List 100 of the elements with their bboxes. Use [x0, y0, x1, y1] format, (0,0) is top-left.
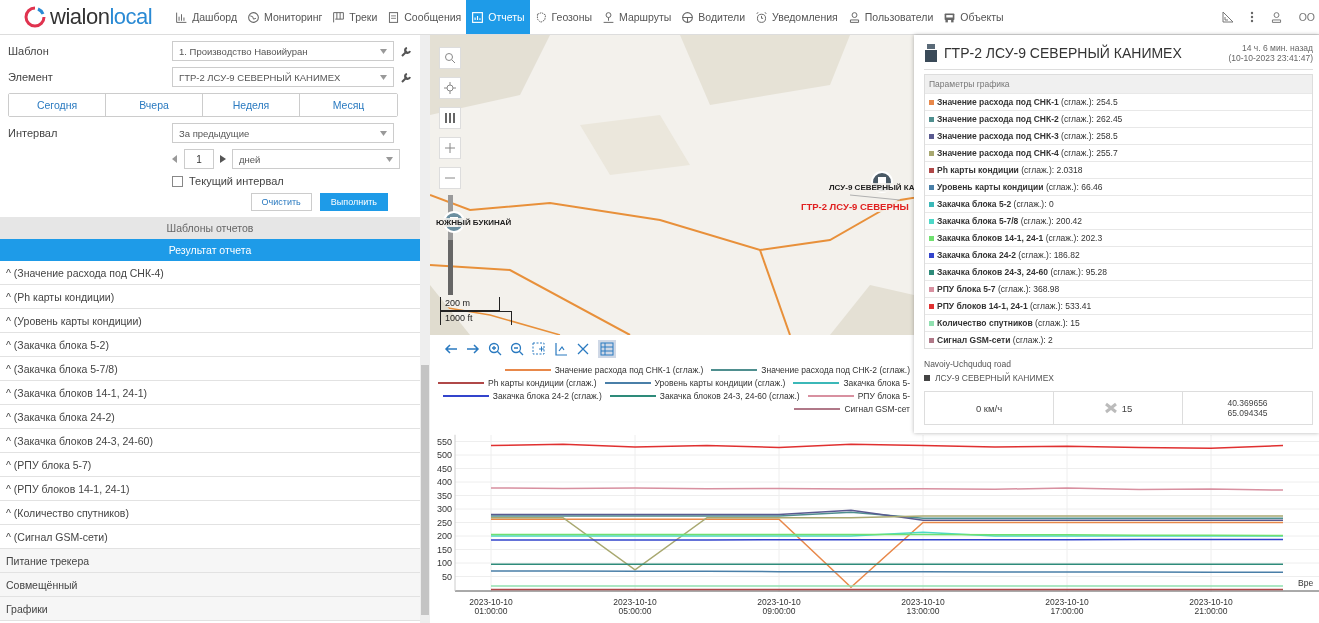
nav-tab[interactable]: Объекты	[938, 0, 1009, 34]
section-header[interactable]: Шаблоны отчетов	[0, 217, 420, 239]
param-text: Ph карты кондиции (сглаж.): 2.0318	[937, 165, 1083, 175]
popup-title: ГТР-2 ЛСУ-9 СЕВЕРНЫЙ КАНИМЕХ	[944, 45, 1182, 61]
unit-name: ЛСУ-9 СЕВЕРНЫЙ КАНИМЕХ	[935, 373, 1054, 383]
latitude-value: 40.369656	[1227, 398, 1268, 408]
bars-icon	[175, 10, 189, 24]
zoom-out-icon[interactable]	[510, 342, 524, 356]
nav-tab[interactable]: Водители	[676, 0, 751, 34]
search-button[interactable]	[439, 47, 461, 69]
result-item[interactable]: Совмещённый	[0, 573, 420, 597]
back-icon[interactable]	[444, 342, 458, 356]
field-label: Интервал	[8, 127, 59, 139]
axis-icon[interactable]	[554, 342, 568, 356]
select-area-icon[interactable]	[532, 342, 546, 356]
nav-tab[interactable]: Маршруты	[597, 0, 677, 34]
more-icon[interactable]	[1249, 11, 1254, 23]
nav-tab[interactable]: Мониторинг	[242, 0, 328, 34]
param-text: Значение расхода под СНК-2 (сглаж.): 262.45	[937, 114, 1123, 124]
reset-icon[interactable]	[576, 342, 590, 356]
unit-select[interactable]: дней	[232, 149, 400, 169]
nav-tab[interactable]: Дашборд	[170, 0, 243, 34]
legend-label[interactable]: Закачка блока 24-2 (сглаж.)	[492, 391, 602, 401]
legend-label[interactable]: Значение расхода под СНК-1 (сглаж.)	[554, 365, 704, 375]
increment-icon[interactable]	[220, 155, 226, 163]
x-tick-label: 2023-10-10 01:00:00	[469, 597, 513, 616]
result-item[interactable]: ^ (Закачка блоков 24-3, 24-60)	[0, 429, 420, 453]
x-axis-label: Вре	[1298, 578, 1314, 588]
result-item[interactable]: ^ (Закачка блока 24-2)	[0, 405, 420, 429]
car-icon	[943, 10, 957, 24]
nav-tab[interactable]: Сообщения	[382, 0, 467, 34]
table-icon[interactable]	[598, 340, 616, 358]
legend-label[interactable]: Закачка блоков 24-3, 24-60 (сглаж.)	[659, 391, 800, 401]
clear-button[interactable]: Очистить	[250, 193, 312, 211]
forward-icon[interactable]	[466, 342, 480, 356]
result-item[interactable]: ^ (Ph карты кондиции)	[0, 285, 420, 309]
user-icon	[847, 10, 861, 24]
param-text: РПУ блоков 14-1, 24-1 (сглаж.): 533.41	[937, 301, 1092, 311]
bars-icon	[444, 113, 456, 123]
result-item[interactable]: ^ (РПУ блоков 14-1, 24-1)	[0, 477, 420, 501]
crosshair-icon	[444, 82, 456, 94]
clock-icon	[755, 10, 769, 24]
zoom-slider[interactable]	[448, 240, 453, 295]
caret-icon	[386, 156, 393, 162]
last-message-time: (10-10-2023 23:41:47)	[1228, 53, 1313, 63]
zoom-in-icon[interactable]	[488, 342, 502, 356]
satellite-icon	[1103, 402, 1118, 414]
period-tab[interactable]: Сегодня	[9, 94, 106, 116]
caret-icon	[380, 130, 387, 136]
scrollbar-thumb[interactable]	[421, 365, 429, 615]
field-label: Элемент	[8, 71, 54, 83]
checkbox[interactable]	[172, 175, 183, 187]
legend-label[interactable]: Ph карты кондиции (сглаж.)	[488, 378, 597, 388]
nav-tab[interactable]: Уведомления	[750, 0, 843, 34]
legend-label[interactable]: Уровень карты кондиции (сглаж.)	[654, 378, 786, 388]
wrench-icon[interactable]	[400, 71, 412, 83]
report-icon	[471, 10, 485, 24]
result-item[interactable]: ^ (Закачка блока 5-7/8)	[0, 357, 420, 381]
longitude-value: 65.094345	[1227, 408, 1268, 418]
legend-label[interactable]: Сигнал GSM-сет	[844, 404, 910, 414]
legend-label[interactable]: Закачка блока 5-	[843, 378, 910, 388]
result-item[interactable]: Графики	[0, 597, 420, 621]
wrench-icon[interactable]	[400, 45, 412, 57]
y-tick-label: 200	[436, 531, 452, 541]
nav-tab[interactable]: Пользователи	[842, 0, 939, 34]
address-text: Navoiy-Uchquduq road	[924, 358, 1012, 369]
template-select[interactable]: 1. Производство Навоийуран	[172, 41, 394, 61]
result-item[interactable]: Питание трекера	[0, 549, 420, 573]
unit-label[interactable]: ГТР-2 ЛСУ-9 СЕВЕРНЫ	[800, 201, 910, 212]
param-text: Количество спутников (сглаж.): 15	[937, 318, 1080, 328]
unit-label[interactable]: ЮЖНЫЙ БУКИНАЙ	[435, 218, 513, 227]
count-field[interactable]: 1	[184, 149, 214, 169]
result-item[interactable]: ^ (РПУ блока 5-7)	[0, 453, 420, 477]
user-name[interactable]: ОО	[1298, 11, 1315, 23]
nav-tab[interactable]: Геозоны	[529, 0, 597, 34]
param-text: Значение расхода под СНК-1 (сглаж.): 254.5	[937, 97, 1118, 107]
y-tick-label: 50	[442, 571, 452, 582]
param-text: Уровень карты кондиции (сглаж.): 66.46	[937, 182, 1103, 192]
y-tick-label: 500	[436, 450, 452, 460]
nav-tab[interactable]: Треки	[327, 0, 383, 34]
y-tick-label: 400	[436, 477, 452, 487]
layers-button[interactable]	[439, 107, 461, 129]
param-text: Значение расхода под СНК-4 (сглаж.): 255.7	[937, 148, 1118, 158]
result-item[interactable]: ^ (Значение расхода под СНК-4)	[0, 261, 420, 285]
param-text: Закачка блока 5-2 (сглаж.): 0	[937, 199, 1054, 209]
legend-label[interactable]: Значение расхода под СНК-2 (сглаж.)	[761, 365, 910, 375]
ruler-icon[interactable]	[1221, 11, 1234, 23]
result-item[interactable]: ^ (Уровень карты кондиции)	[0, 309, 420, 333]
result-item[interactable]: ^ (Закачка блоков 14-1, 24-1)	[0, 381, 420, 405]
y-tick-label: 350	[436, 490, 452, 501]
result-item[interactable]: ^ (Количество спутников)	[0, 501, 420, 525]
legend-label[interactable]: РПУ блока 5-	[857, 391, 910, 401]
decrement-icon[interactable]	[172, 155, 178, 163]
wheel-icon	[681, 10, 695, 24]
element-select[interactable]: ГТР-2 ЛСУ-9 СЕВЕРНЫЙ КАНИМЕХ	[172, 67, 394, 87]
interval-select[interactable]: За предыдущие	[172, 123, 394, 143]
result-item[interactable]: ^ (Закачка блока 5-2)	[0, 333, 420, 357]
user-icon[interactable]	[1269, 10, 1283, 24]
unit-label[interactable]: ЛСУ-9 СЕВЕРНЫЙ КА	[828, 183, 916, 192]
plus-icon	[445, 143, 455, 153]
